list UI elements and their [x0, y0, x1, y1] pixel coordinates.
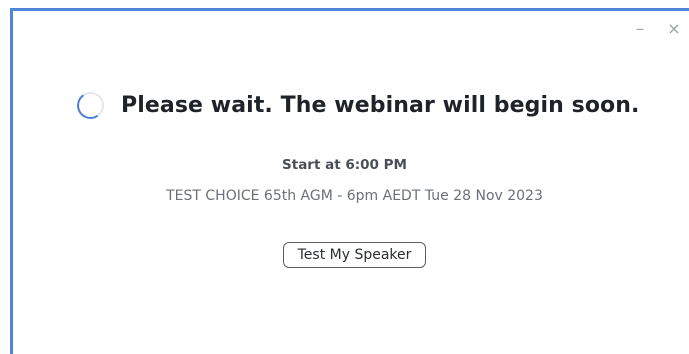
close-icon[interactable]: ×: [667, 18, 681, 40]
meeting-title: TEST CHOICE 65th AGM - 6pm AEDT Tue 28 N…: [166, 188, 543, 204]
minimize-icon[interactable]: –: [633, 18, 647, 40]
webinar-waiting-window: – × Please wait. The webinar will begin …: [0, 0, 689, 354]
window-border-left: [10, 8, 13, 354]
waiting-message-row: Please wait. The webinar will begin soon…: [74, 89, 640, 122]
test-speaker-container: Test My Speaker: [0, 242, 689, 268]
start-time-label: Start at 6:00 PM: [282, 157, 407, 173]
loading-spinner-icon: [74, 89, 107, 122]
window-controls: – ×: [633, 18, 681, 40]
window-border-top: [10, 8, 689, 11]
waiting-heading: Please wait. The webinar will begin soon…: [121, 93, 640, 118]
test-speaker-button[interactable]: Test My Speaker: [282, 242, 427, 268]
